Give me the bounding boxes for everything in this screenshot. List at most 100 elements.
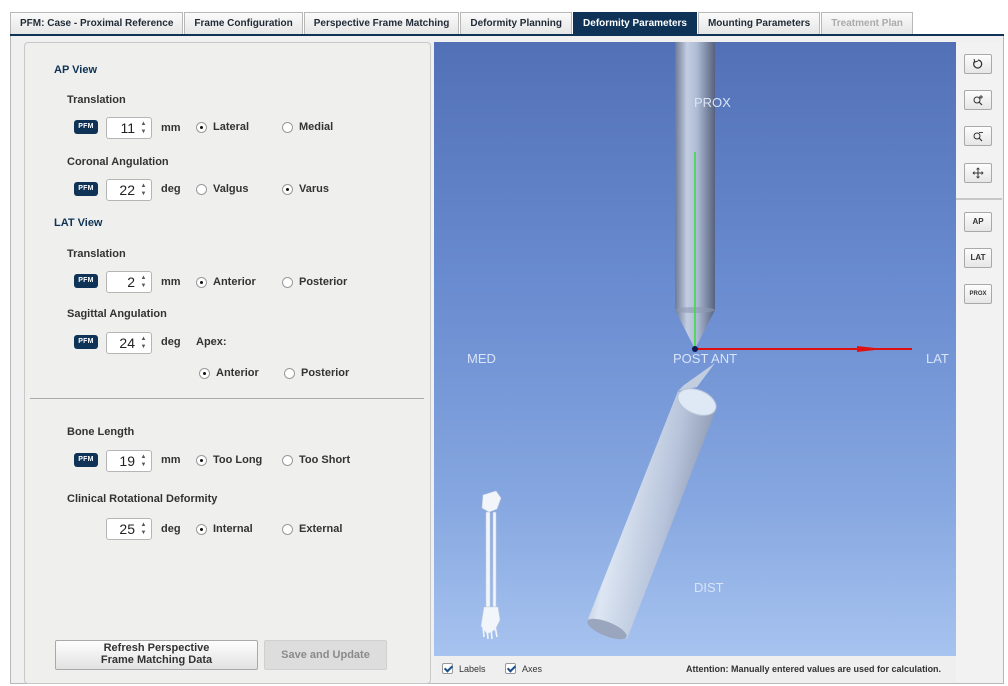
lat-view-heading: LAT View <box>54 217 103 229</box>
radio-apex-anterior-icon <box>199 367 210 379</box>
spinner-arrows-icon[interactable]: ▲ ▼ <box>139 521 148 537</box>
spinner-arrows-icon[interactable]: ▲ ▼ <box>139 274 148 290</box>
rotational-deformity-spinner[interactable]: 25 ▲ ▼ <box>106 518 152 540</box>
reset-view-button[interactable] <box>964 54 992 74</box>
lat-label: LAT <box>926 351 949 366</box>
radio-too-short-icon <box>282 454 293 466</box>
axes-checkbox-text: Axes <box>522 663 543 674</box>
sagittal-angulation-label: Sagittal Angulation <box>67 308 167 320</box>
pan-button[interactable] <box>964 163 992 183</box>
sagittal-angulation-unit: deg <box>161 336 181 348</box>
radio-apex-anterior[interactable]: Anterior <box>199 367 259 379</box>
coronal-angulation-spinner[interactable]: 22 ▲ ▼ <box>106 179 152 201</box>
tab-perspective-frame-matching[interactable]: Perspective Frame Matching <box>303 12 460 34</box>
radio-valgus-label: Valgus <box>213 183 249 195</box>
tab-bar: PFM: Case - Proximal Reference Frame Con… <box>10 12 914 34</box>
bone-length-unit: mm <box>161 454 181 466</box>
radio-internal[interactable]: Internal <box>196 523 253 535</box>
radio-translation-anterior[interactable]: Anterior <box>196 276 256 288</box>
3d-scene <box>480 42 912 640</box>
bone-length-label: Bone Length <box>67 426 135 438</box>
reset-icon <box>973 58 983 69</box>
spinner-arrows-icon[interactable]: ▲ ▼ <box>139 335 148 351</box>
lat-translation-spinner[interactable]: 2 ▲ ▼ <box>106 271 152 293</box>
zoom-in-button[interactable] <box>964 90 992 110</box>
toolbar-separator <box>956 198 1002 200</box>
tab-deformity-parameters[interactable]: Deformity Parameters <box>573 12 697 34</box>
radio-varus-icon <box>282 183 293 195</box>
radio-too-short[interactable]: Too Short <box>282 454 350 466</box>
ap-translation-unit: mm <box>161 122 181 134</box>
radio-too-long-label: Too Long <box>213 454 263 466</box>
checkbox-axes-icon <box>505 663 516 674</box>
coronal-angulation-label: Coronal Angulation <box>67 156 169 168</box>
bone-length-spinner[interactable]: 19 ▲ ▼ <box>106 450 152 472</box>
rotational-deformity-value: 25 <box>119 521 135 537</box>
radio-medial-icon <box>282 121 293 133</box>
radio-valgus-icon <box>196 183 207 195</box>
radio-external-icon <box>282 523 293 535</box>
pfm-badge: PFM <box>74 335 98 349</box>
radio-lateral[interactable]: Lateral <box>196 121 249 133</box>
labels-checkbox-text: Labels <box>459 663 486 674</box>
radio-medial[interactable]: Medial <box>282 121 333 133</box>
pan-icon <box>972 167 984 179</box>
distal-segment <box>587 363 717 640</box>
ap-translation-label: Translation <box>67 94 126 106</box>
radio-internal-icon <box>196 523 207 535</box>
pfm-badge: PFM <box>74 182 98 196</box>
checkbox-labels-icon <box>442 663 453 674</box>
lat-translation-label: Translation <box>67 248 126 260</box>
radio-varus[interactable]: Varus <box>282 183 329 195</box>
spinner-arrows-icon[interactable]: ▲ ▼ <box>139 182 148 198</box>
tab-mounting-parameters[interactable]: Mounting Parameters <box>697 12 821 34</box>
bone-length-value: 19 <box>119 453 135 469</box>
radio-internal-label: Internal <box>213 523 253 535</box>
radio-translation-posterior-icon <box>282 276 293 288</box>
sagittal-angulation-spinner[interactable]: 24 ▲ ▼ <box>106 332 152 354</box>
radio-translation-anterior-label: Anterior <box>213 276 256 288</box>
tab-treatment-plan: Treatment Plan <box>821 12 913 34</box>
section-divider <box>30 398 424 399</box>
prox-view-button[interactable]: PROX <box>964 284 992 304</box>
rotational-deformity-unit: deg <box>161 523 181 535</box>
axes-checkbox[interactable]: Axes <box>505 663 542 674</box>
spinner-arrows-icon[interactable]: ▲ ▼ <box>139 120 148 136</box>
radio-too-long-icon <box>196 454 207 466</box>
rotational-deformity-label: Clinical Rotational Deformity <box>67 493 218 505</box>
skeleton-orientation-icon <box>480 490 502 640</box>
radio-lateral-icon <box>196 121 207 133</box>
radio-translation-posterior-label: Posterior <box>299 276 348 288</box>
tab-deformity-planning[interactable]: Deformity Planning <box>460 12 573 34</box>
pfm-badge: PFM <box>74 274 98 288</box>
3d-view[interactable]: PROX MED POST ANT LAT DIST <box>434 42 956 656</box>
med-label: MED <box>467 351 496 366</box>
ap-translation-value: 11 <box>120 120 135 136</box>
tab-pfm-case[interactable]: PFM: Case - Proximal Reference <box>10 12 184 34</box>
radio-apex-posterior[interactable]: Posterior <box>284 367 349 379</box>
tab-frame-configuration[interactable]: Frame Configuration <box>184 12 303 34</box>
pfm-badge: PFM <box>74 120 98 134</box>
radio-too-long[interactable]: Too Long <box>196 454 262 466</box>
radio-apex-anterior-label: Anterior <box>216 367 259 379</box>
radio-valgus[interactable]: Valgus <box>196 183 248 195</box>
apex-label: Apex: <box>196 336 227 348</box>
spinner-arrows-icon[interactable]: ▲ ▼ <box>139 453 148 469</box>
ap-view-button[interactable]: AP <box>964 212 992 232</box>
parameters-panel <box>24 42 431 684</box>
labels-checkbox[interactable]: Labels <box>442 663 486 674</box>
refresh-pfm-data-button[interactable]: Refresh Perspective Frame Matching Data <box>55 640 258 670</box>
radio-external[interactable]: External <box>282 523 342 535</box>
radio-varus-label: Varus <box>299 183 329 195</box>
lat-view-button[interactable]: LAT <box>964 248 992 268</box>
radio-translation-posterior[interactable]: Posterior <box>282 276 347 288</box>
zoom-out-button[interactable] <box>964 126 992 146</box>
radio-external-label: External <box>299 523 343 535</box>
zoom-in-icon <box>973 95 983 106</box>
sagittal-angulation-value: 24 <box>119 335 135 351</box>
pfm-badge: PFM <box>74 453 98 467</box>
ap-translation-spinner[interactable]: 11 ▲ ▼ <box>106 117 152 139</box>
radio-medial-label: Medial <box>299 121 334 133</box>
coronal-angulation-unit: deg <box>161 183 181 195</box>
radio-too-short-label: Too Short <box>299 454 351 466</box>
